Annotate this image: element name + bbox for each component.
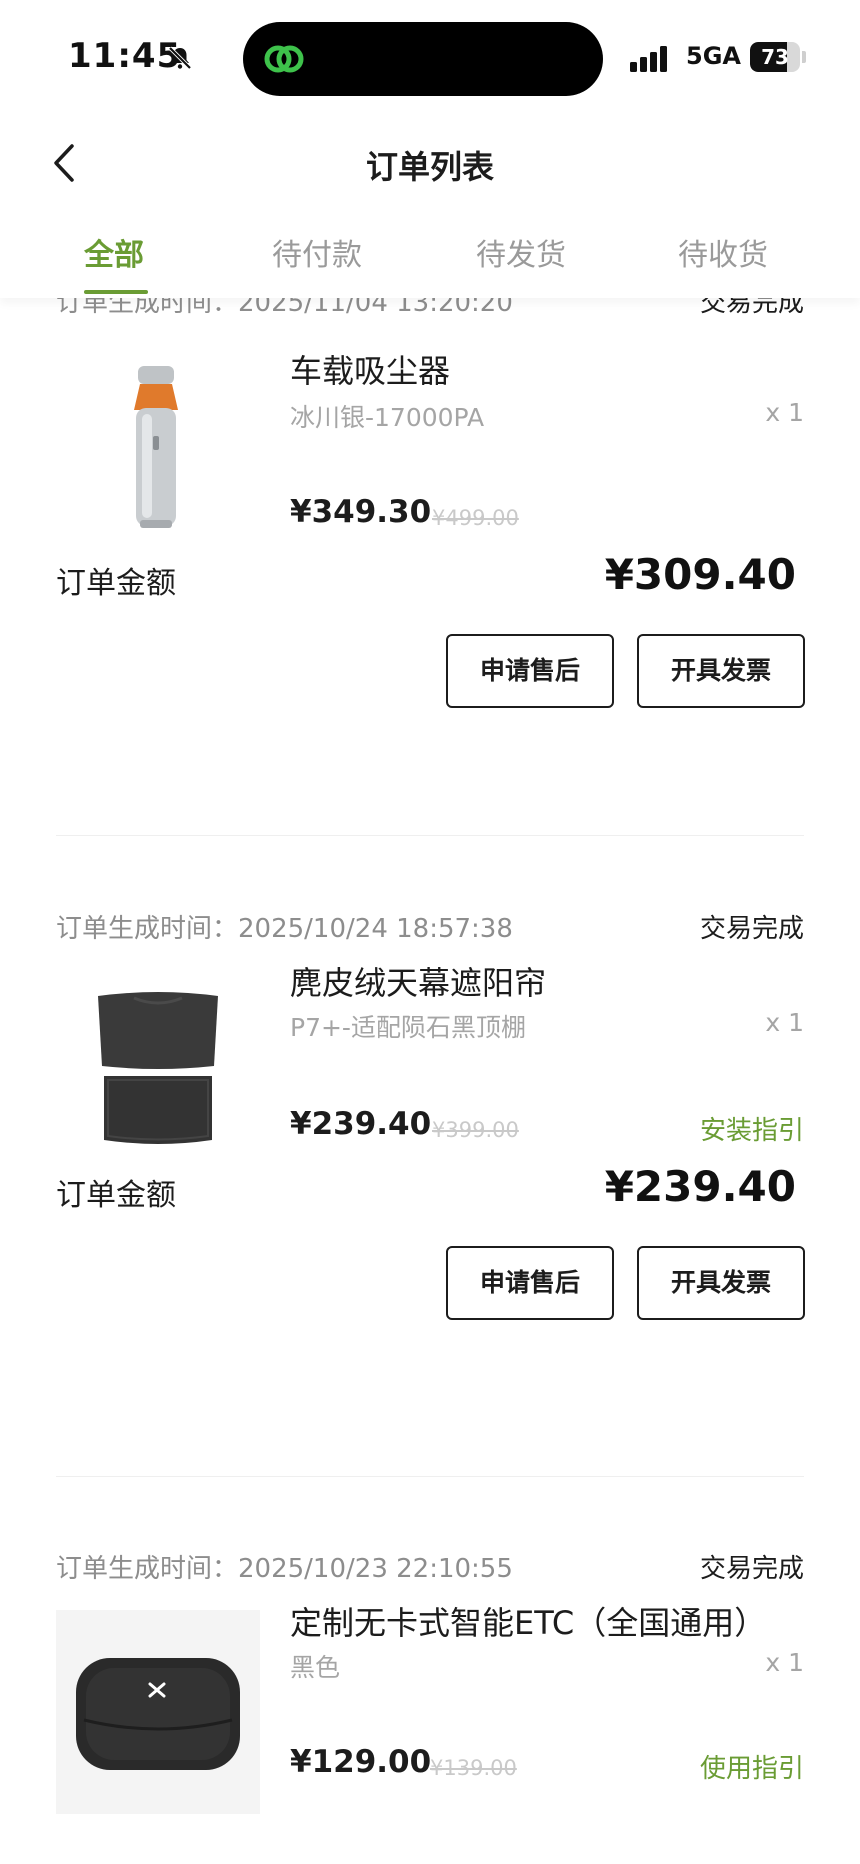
status-bar: 11:45 5GA 73 — [0, 0, 860, 118]
order-card: 订单生成时间：2025/10/24 18:57:38 交易完成 麂皮绒天幕遮阳帘… — [0, 908, 860, 1508]
dynamic-island[interactable] — [243, 22, 603, 96]
order-divider — [56, 1476, 804, 1477]
original-price: ¥399.00 — [432, 1118, 519, 1142]
order-total-label: 订单金额 — [56, 566, 176, 601]
product-quantity: x 1 — [765, 1648, 804, 1677]
tab-pending-receipt[interactable]: 待收货 — [678, 230, 768, 274]
order-card: 订单生成时间：2025/11/04 13:20:20 交易完成 车载吸尘器 冰川… — [0, 298, 860, 958]
app-activity-icon — [264, 45, 304, 73]
order-time: 订单生成时间：2025/10/24 18:57:38 — [56, 914, 513, 944]
signal-icon — [630, 46, 667, 72]
product-price: ¥349.30 — [290, 494, 432, 530]
battery-icon: 73 — [750, 42, 806, 72]
order-header: 订单生成时间：2025/11/04 13:20:20 交易完成 — [56, 298, 804, 322]
product-spec: 冰川银-17000PA — [290, 403, 485, 432]
tab-pending-shipment[interactable]: 待发货 — [476, 230, 566, 274]
invoice-button[interactable]: 开具发票 — [637, 1246, 805, 1320]
order-list[interactable]: 订单生成时间：2025/11/04 13:20:20 交易完成 车载吸尘器 冰川… — [0, 298, 860, 1864]
tab-pending-payment[interactable]: 待付款 — [272, 230, 362, 274]
product-quantity: x 1 — [765, 1008, 804, 1037]
sunshade-product-image[interactable] — [56, 968, 260, 1172]
order-total-amount: ¥239.40 — [604, 1162, 796, 1211]
order-header: 订单生成时间：2025/10/24 18:57:38 交易完成 — [56, 908, 804, 948]
page-title: 订单列表 — [365, 148, 494, 186]
product-name[interactable]: 车载吸尘器 — [290, 346, 450, 392]
etc-device-product-image[interactable] — [56, 1610, 260, 1814]
install-guide-link[interactable]: 安装指引 — [700, 1110, 804, 1147]
original-price: ¥139.00 — [430, 1756, 517, 1780]
tab-all[interactable]: 全部 — [84, 230, 144, 274]
status-time: 11:45 — [68, 36, 182, 76]
product-price: ¥239.40 — [290, 1106, 432, 1142]
order-tabs: 全部 待付款 待发货 待收货 — [0, 210, 860, 298]
order-time: 订单生成时间：2025/11/04 13:20:20 — [56, 298, 513, 318]
product-name[interactable]: 麂皮绒天幕遮阳帘 — [290, 958, 546, 1004]
active-tab-indicator — [84, 290, 148, 294]
order-card: 订单生成时间：2025/10/23 22:10:55 交易完成 定制无卡式智能E… — [0, 1548, 860, 1864]
order-header: 订单生成时间：2025/10/23 22:10:55 交易完成 — [56, 1548, 804, 1588]
product-price: ¥129.00 — [290, 1744, 432, 1780]
product-spec: 黑色 — [290, 1653, 341, 1682]
order-divider — [56, 835, 804, 836]
order-total-label: 订单金额 — [56, 1178, 176, 1213]
vacuum-product-image[interactable] — [56, 348, 260, 552]
after-sales-button[interactable]: 申请售后 — [446, 634, 614, 708]
nav-header: 订单列表 — [0, 118, 860, 210]
product-name[interactable]: 定制无卡式智能ETC（全国通用） — [290, 1598, 766, 1644]
product-quantity: x 1 — [765, 398, 804, 427]
product-spec: P7+-适配陨石黑顶棚 — [290, 1013, 526, 1042]
order-status: 交易完成 — [699, 914, 804, 944]
network-type: 5GA — [686, 42, 741, 70]
bell-muted-icon — [168, 46, 192, 70]
battery-level: 73 — [761, 45, 789, 69]
order-time: 订单生成时间：2025/10/23 22:10:55 — [56, 1554, 513, 1584]
invoice-button[interactable]: 开具发票 — [637, 634, 805, 708]
order-status: 交易完成 — [699, 1554, 804, 1584]
after-sales-button[interactable]: 申请售后 — [446, 1246, 614, 1320]
order-total-amount: ¥309.40 — [604, 550, 796, 599]
usage-guide-link[interactable]: 使用指引 — [700, 1748, 804, 1785]
order-status: 交易完成 — [699, 298, 804, 318]
original-price: ¥499.00 — [432, 506, 519, 530]
